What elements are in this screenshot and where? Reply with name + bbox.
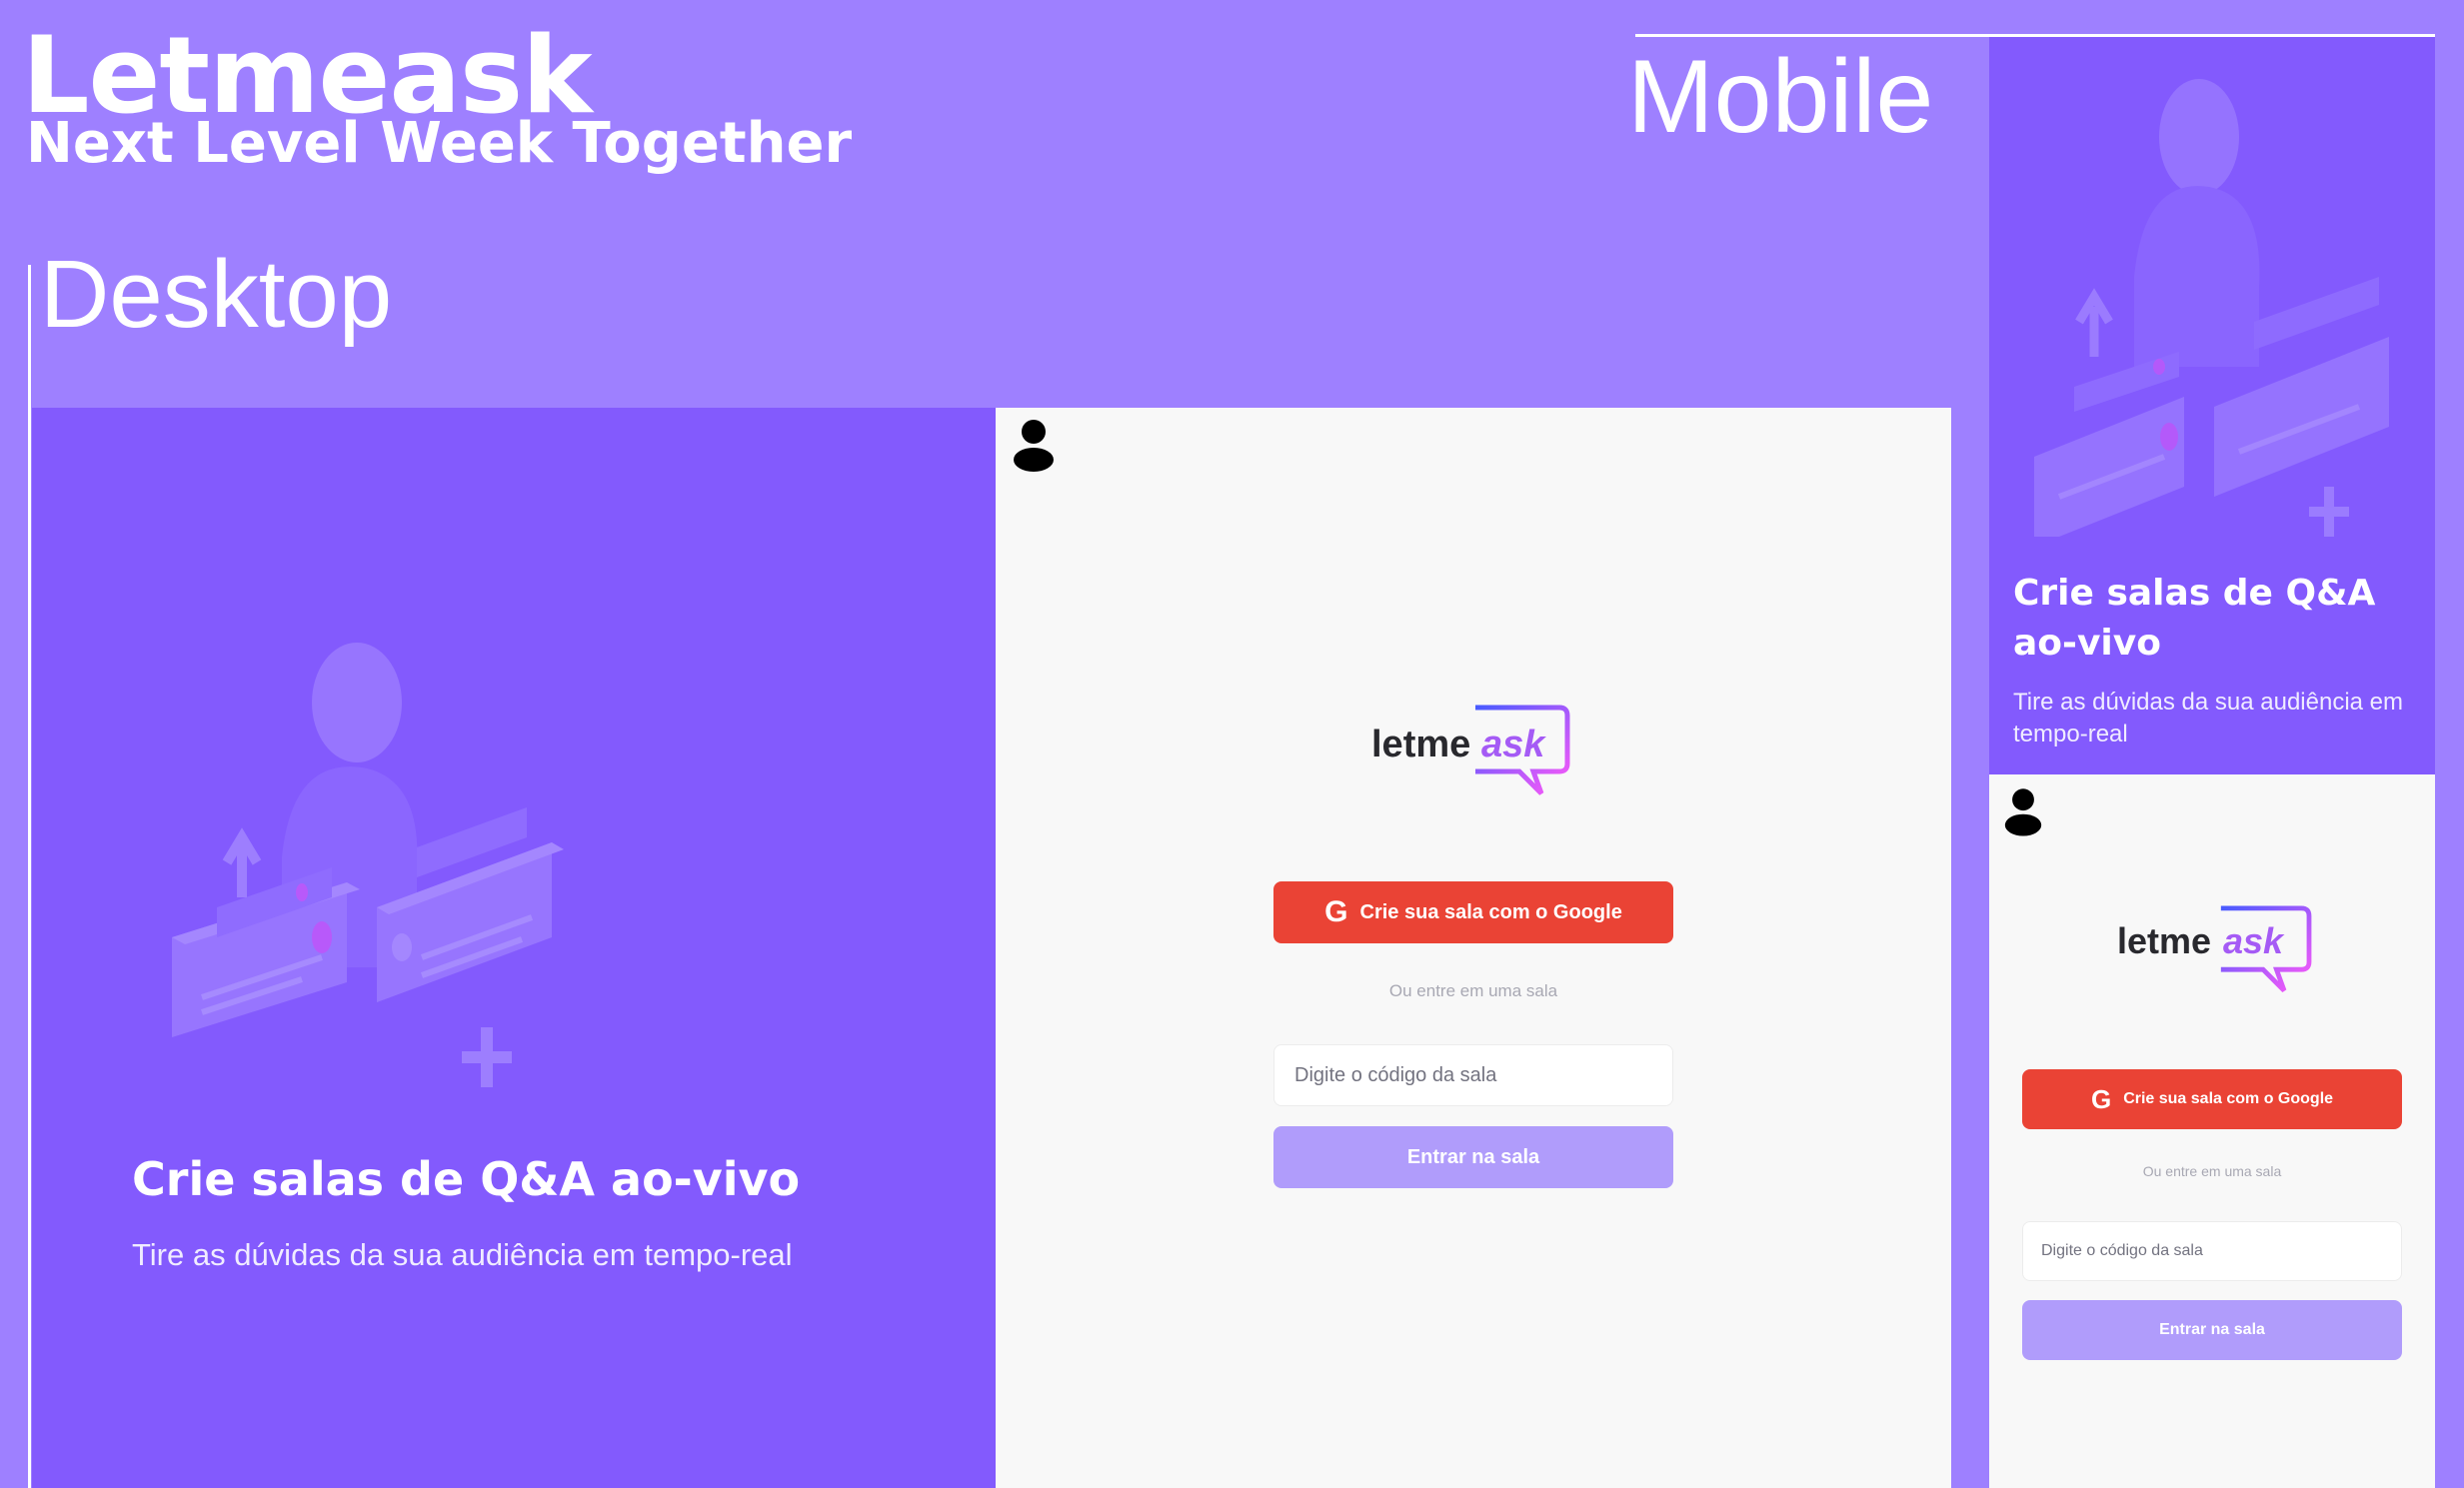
desktop-divider (28, 265, 31, 1488)
logo-letme-text: letme (1371, 724, 1471, 765)
separator-text: Ou entre em uma sala (2142, 1163, 2282, 1179)
logo-ask-text: ask (1481, 724, 1545, 765)
mobile-aside: Crie salas de Q&A ao-vivo Tire as dúvida… (1989, 37, 2435, 774)
mobile-main: letme ask G Crie sua sala com o Google O… (1989, 774, 2435, 1488)
enter-room-button[interactable]: Entrar na sala (2022, 1300, 2402, 1360)
aside-description: Tire as dúvidas da sua audiência em temp… (132, 1237, 793, 1272)
google-icon: G (1324, 895, 1348, 928)
room-code-placeholder: Digite o código da sala (2041, 1242, 2203, 1259)
aside-heading: Crie salas de Q&A ao-vivo (132, 1152, 801, 1206)
google-create-room-button[interactable]: G Crie sua sala com o Google (2022, 1069, 2402, 1129)
google-button-label: Crie sua sala com o Google (1359, 900, 1622, 923)
user-avatar-icon[interactable] (2003, 786, 2043, 836)
separator-text: Ou entre em uma sala (1388, 981, 1558, 1000)
desktop-label: Desktop (40, 241, 393, 348)
google-create-room-button[interactable]: G Crie sua sala com o Google (1273, 881, 1673, 943)
room-code-input[interactable]: Digite o código da sala (1273, 1044, 1673, 1106)
room-code-input[interactable]: Digite o código da sala (2022, 1221, 2402, 1281)
enter-room-button[interactable]: Entrar na sala (1273, 1126, 1673, 1188)
letmeask-logo: letme ask (2117, 904, 2317, 1000)
aside-heading: Crie salas de Q&A ao-vivo (2013, 573, 2376, 665)
room-code-placeholder: Digite o código da sala (1294, 1063, 1497, 1086)
app-subtitle: Next Level Week Together (26, 111, 853, 176)
qa-illustration (2034, 79, 2389, 537)
user-avatar-icon[interactable] (1012, 418, 1056, 472)
google-button-label: Crie sua sala com o Google (2123, 1090, 2334, 1107)
google-icon: G (2090, 1083, 2112, 1114)
desktop-main: letme ask G Crie sua sala com o Google O… (996, 408, 1951, 1488)
qa-illustration (172, 643, 564, 1087)
letmeask-logo: letme ask (1371, 704, 1575, 803)
aside-description: Tire as dúvidas da sua audiência em temp… (2013, 689, 2403, 748)
logo-letme-text: letme (2117, 920, 2212, 961)
mobile-label: Mobile (1627, 39, 1934, 155)
logo-ask-text: ask (2223, 920, 2284, 961)
desktop-aside: Crie salas de Q&A ao-vivo Tire as dúvida… (32, 408, 996, 1488)
